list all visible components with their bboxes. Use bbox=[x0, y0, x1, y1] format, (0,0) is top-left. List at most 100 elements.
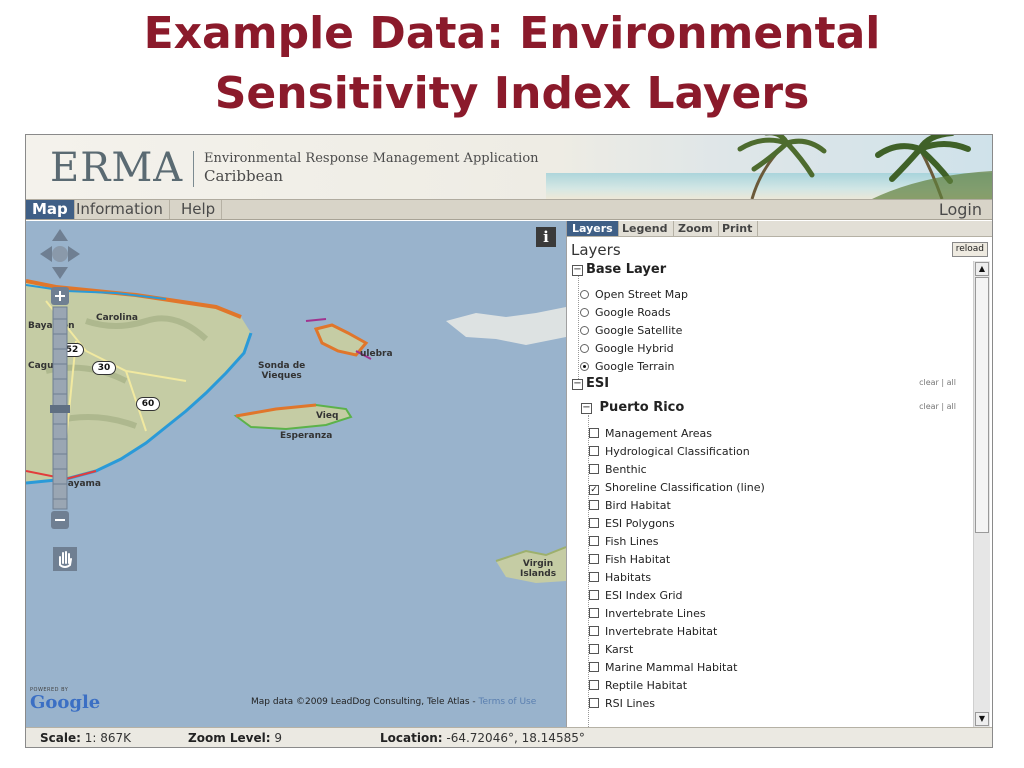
layer-label: Shoreline Classification (line) bbox=[605, 481, 765, 494]
layer-habitats[interactable]: Habitats bbox=[589, 571, 651, 584]
radio-button-selected-icon[interactable] bbox=[580, 362, 589, 371]
zoom-slider[interactable] bbox=[50, 306, 70, 510]
layer-tree: − Base Layer Open Street Map Google Roads… bbox=[567, 261, 972, 727]
puerto-rico-group[interactable]: − Puerto Rico bbox=[581, 400, 684, 415]
separator: | bbox=[941, 402, 945, 411]
layer-fish-lines[interactable]: Fish Lines bbox=[589, 535, 658, 548]
checkbox-icon[interactable] bbox=[589, 500, 599, 510]
scale-label: Scale: bbox=[40, 731, 81, 745]
scroll-down-icon[interactable]: ▼ bbox=[975, 712, 989, 726]
map-label-culebra: ulebra bbox=[360, 349, 393, 359]
tree-line bbox=[578, 275, 579, 381]
base-layer-group[interactable]: − Base Layer bbox=[572, 262, 666, 277]
layer-fish-habitat[interactable]: Fish Habitat bbox=[589, 553, 670, 566]
layer-reptile-habitat[interactable]: Reptile Habitat bbox=[589, 679, 687, 692]
info-icon[interactable]: i bbox=[536, 227, 556, 247]
checkbox-icon[interactable] bbox=[589, 698, 599, 708]
layer-esi-polygons[interactable]: ESI Polygons bbox=[589, 517, 675, 530]
pan-arrows-icon[interactable] bbox=[40, 229, 80, 279]
radio-button-icon[interactable] bbox=[580, 326, 589, 335]
tab-layers[interactable]: Layers bbox=[567, 221, 619, 236]
esi-group[interactable]: − ESI bbox=[572, 376, 609, 391]
layer-label: Management Areas bbox=[605, 427, 713, 440]
erma-app-window: ERMA Environmental Response Management A… bbox=[25, 134, 993, 748]
route-shield-30: 30 bbox=[92, 361, 116, 375]
login-link[interactable]: Login bbox=[939, 200, 982, 219]
radio-google-satellite[interactable]: Google Satellite bbox=[580, 324, 682, 337]
scroll-thumb[interactable] bbox=[975, 277, 989, 533]
layer-shoreline-classification[interactable]: ✓ Shoreline Classification (line) bbox=[589, 481, 765, 495]
esi-clear-all: clear | all bbox=[919, 378, 956, 387]
layer-management-areas[interactable]: Management Areas bbox=[589, 427, 712, 440]
radio-google-hybrid[interactable]: Google Hybrid bbox=[580, 342, 674, 355]
checkbox-icon[interactable] bbox=[589, 464, 599, 474]
checkbox-icon[interactable] bbox=[589, 590, 599, 600]
map-terrain bbox=[26, 279, 566, 583]
layer-esi-index-grid[interactable]: ESI Index Grid bbox=[589, 589, 683, 602]
checkbox-icon[interactable] bbox=[589, 428, 599, 438]
radio-open-street-map[interactable]: Open Street Map bbox=[580, 288, 688, 301]
layer-benthic[interactable]: Benthic bbox=[589, 463, 647, 476]
checkbox-icon[interactable] bbox=[589, 626, 599, 636]
layer-invertebrate-lines[interactable]: Invertebrate Lines bbox=[589, 607, 706, 620]
radio-google-roads[interactable]: Google Roads bbox=[580, 306, 671, 319]
zoom-out-icon[interactable] bbox=[51, 511, 69, 529]
layer-rsi-lines[interactable]: RSI Lines bbox=[589, 697, 655, 710]
map-view[interactable]: Carolina Bayamón Caguas Guayama Sonda de… bbox=[26, 221, 566, 727]
terms-of-use-link[interactable]: Terms of Use bbox=[479, 697, 537, 707]
layer-list-scrollbar[interactable]: ▲ ▼ bbox=[973, 261, 990, 727]
checkbox-icon[interactable] bbox=[589, 608, 599, 618]
map-label-sonda-line2: Vieques bbox=[261, 371, 302, 381]
checkbox-icon[interactable] bbox=[589, 554, 599, 564]
zoom-level-readout: Zoom Level: 9 bbox=[188, 728, 282, 747]
attribution-text: Map data ©2009 LeadDog Consulting, Tele … bbox=[251, 697, 479, 707]
collapse-toggle-icon[interactable]: − bbox=[581, 403, 592, 414]
layer-karst[interactable]: Karst bbox=[589, 643, 633, 656]
google-logo: POWERED BY Google bbox=[30, 687, 100, 713]
tab-zoom[interactable]: Zoom bbox=[673, 221, 719, 236]
checkbox-icon[interactable] bbox=[589, 572, 599, 582]
separator: | bbox=[941, 378, 945, 387]
pr-all-link[interactable]: all bbox=[947, 402, 956, 411]
esi-all-link[interactable]: all bbox=[947, 378, 956, 387]
radio-google-terrain[interactable]: Google Terrain bbox=[580, 360, 675, 373]
base-layer-heading: Base Layer bbox=[586, 262, 667, 277]
tab-map[interactable]: Map bbox=[26, 200, 75, 219]
layer-label: Karst bbox=[605, 643, 634, 656]
zoom-in-icon[interactable] bbox=[51, 287, 69, 305]
checkbox-icon[interactable] bbox=[589, 644, 599, 654]
tab-information[interactable]: Information bbox=[70, 200, 170, 219]
layer-invertebrate-habitat[interactable]: Invertebrate Habitat bbox=[589, 625, 717, 638]
layer-bird-habitat[interactable]: Bird Habitat bbox=[589, 499, 671, 512]
layer-marine-mammal-habitat[interactable]: Marine Mammal Habitat bbox=[589, 661, 737, 674]
tab-legend[interactable]: Legend bbox=[617, 221, 674, 236]
checkbox-icon[interactable] bbox=[589, 518, 599, 528]
pan-hand-icon[interactable] bbox=[53, 547, 77, 571]
pr-clear-link[interactable]: clear bbox=[919, 402, 939, 411]
radio-button-icon[interactable] bbox=[580, 308, 589, 317]
region-name: Caribbean bbox=[204, 167, 284, 185]
puerto-rico-heading: Puerto Rico bbox=[599, 400, 685, 415]
radio-button-icon[interactable] bbox=[580, 290, 589, 299]
status-bar: Scale: 1: 867K Zoom Level: 9 Location: -… bbox=[26, 727, 992, 747]
map-label-virgin: Virgin bbox=[522, 559, 554, 569]
tab-help[interactable]: Help bbox=[175, 200, 223, 219]
checkbox-icon[interactable] bbox=[589, 662, 599, 672]
layer-label: Reptile Habitat bbox=[605, 679, 688, 692]
checkbox-icon[interactable] bbox=[589, 536, 599, 546]
zoom-level-label: Zoom Level: bbox=[188, 731, 271, 745]
reload-button[interactable]: reload bbox=[951, 242, 988, 257]
map-attribution: Map data ©2009 LeadDog Consulting, Tele … bbox=[251, 697, 536, 707]
tab-print[interactable]: Print bbox=[717, 221, 759, 236]
layer-label: Invertebrate Lines bbox=[605, 607, 706, 620]
checkbox-checked-icon[interactable]: ✓ bbox=[589, 485, 599, 495]
esi-clear-link[interactable]: clear bbox=[919, 378, 939, 387]
checkbox-icon[interactable] bbox=[589, 680, 599, 690]
collapse-toggle-icon[interactable]: − bbox=[572, 379, 583, 390]
scroll-up-icon[interactable]: ▲ bbox=[975, 262, 989, 276]
radio-button-icon[interactable] bbox=[580, 344, 589, 353]
checkbox-icon[interactable] bbox=[589, 446, 599, 456]
collapse-toggle-icon[interactable]: − bbox=[572, 265, 583, 276]
map-label-virgin-islands: Virgin Islands bbox=[520, 559, 556, 579]
layer-hydrological-classification[interactable]: Hydrological Classification bbox=[589, 445, 750, 458]
